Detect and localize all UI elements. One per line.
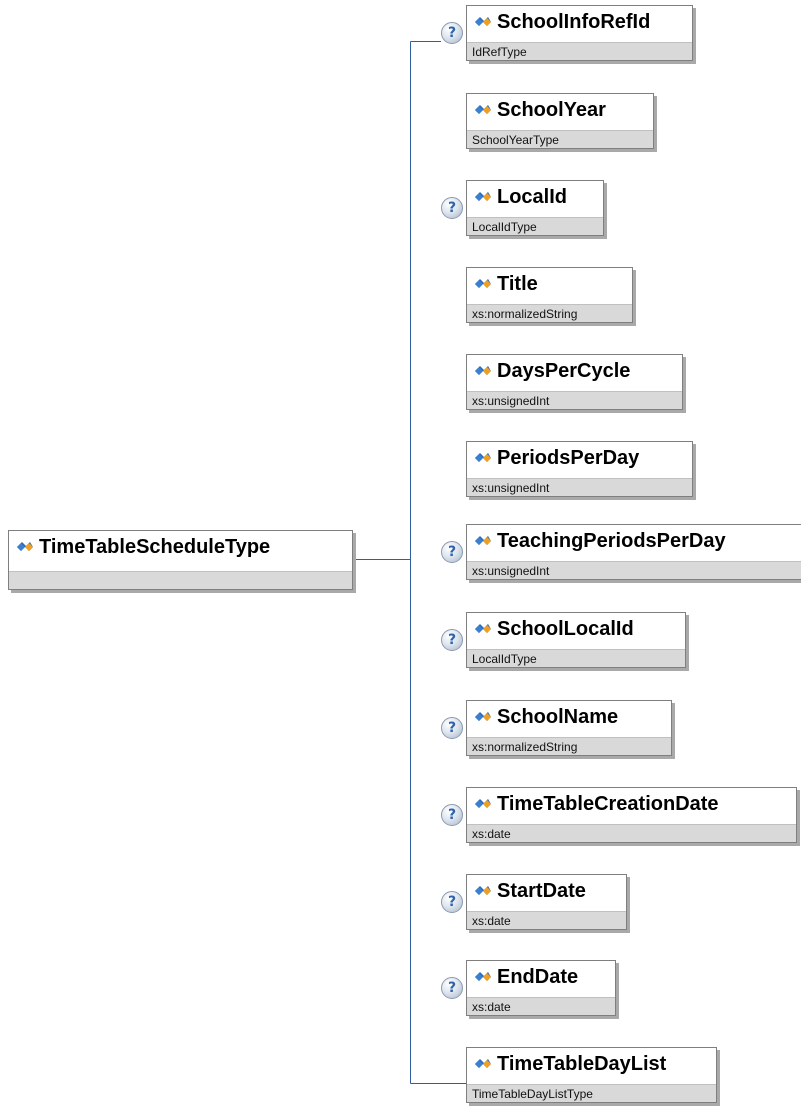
element-box-school-local-id[interactable]: SchoolLocalId LocalIdType [466,612,686,668]
element-name: SchoolName [497,705,619,728]
element-box-time-table-day-list[interactable]: TimeTableDayList TimeTableDayListType [466,1047,717,1103]
element-box-school-info-ref-id[interactable]: SchoolInfoRefId IdRefType [466,5,693,61]
element-name: TimeTableCreationDate [497,792,719,815]
element-box-end-date[interactable]: EndDate xs:date [466,960,616,1016]
element-name: DaysPerCycle [497,359,631,382]
element-type: xs:unsignedInt [472,564,550,578]
element-type: xs:unsignedInt [472,394,550,408]
element-type: xs:date [472,914,511,928]
element-box-time-table-creation-date[interactable]: TimeTableCreationDate xs:date [466,787,797,843]
element-type: TimeTableDayListType [472,1087,593,1101]
element-name: SchoolLocalId [497,617,634,640]
element-type: xs:normalizedString [472,307,578,321]
element-icon [475,799,491,808]
element-type: SchoolYearType [472,133,559,147]
optional-marker-icon: ? [441,977,463,999]
element-icon [475,279,491,288]
optional-marker-icon: ? [441,629,463,651]
element-icon [475,536,491,545]
element-icon [475,624,491,633]
optional-marker-icon: ? [441,22,463,44]
element-type: xs:unsignedInt [472,481,550,495]
element-icon [475,453,491,462]
element-name: SchoolYear [497,98,606,121]
element-icon [475,972,491,981]
element-icon [475,17,491,26]
element-icon [475,366,491,375]
element-box-title[interactable]: Title xs:normalizedString [466,267,633,323]
root-element-name: TimeTableScheduleType [39,535,271,558]
element-name: Title [497,272,538,295]
optional-marker-icon: ? [441,717,463,739]
element-name: StartDate [497,879,586,902]
element-icon [475,1059,491,1068]
element-box-periods-per-day[interactable]: PeriodsPerDay xs:unsignedInt [466,441,693,497]
element-box-teaching-periods-per-day[interactable]: TeachingPeriodsPerDay xs:unsignedInt [466,524,801,580]
optional-marker-icon: ? [441,804,463,826]
element-type: xs:date [472,1000,511,1014]
element-name: TimeTableDayList [497,1052,667,1075]
element-icon [475,886,491,895]
element-type: LocalIdType [472,220,537,234]
element-icon [17,542,33,551]
element-box-school-name[interactable]: SchoolName xs:normalizedString [466,700,672,756]
element-icon [475,192,491,201]
element-box-days-per-cycle[interactable]: DaysPerCycle xs:unsignedInt [466,354,683,410]
optional-marker-icon: ? [441,197,463,219]
element-type: IdRefType [472,45,527,59]
element-box-start-date[interactable]: StartDate xs:date [466,874,627,930]
element-name: PeriodsPerDay [497,446,640,469]
optional-marker-icon: ? [441,541,463,563]
element-icon [475,712,491,721]
element-name: EndDate [497,965,579,988]
element-box-school-year[interactable]: SchoolYear SchoolYearType [466,93,654,149]
element-name: TeachingPeriodsPerDay [497,529,726,552]
element-type: LocalIdType [472,652,537,666]
element-type: xs:normalizedString [472,740,578,754]
root-element-box[interactable]: TimeTableScheduleType [8,530,353,590]
element-type: xs:date [472,827,511,841]
optional-marker-icon: ? [441,891,463,913]
element-name: SchoolInfoRefId [497,10,651,33]
element-box-local-id[interactable]: LocalId LocalIdType [466,180,604,236]
element-name: LocalId [497,185,568,208]
element-icon [475,105,491,114]
